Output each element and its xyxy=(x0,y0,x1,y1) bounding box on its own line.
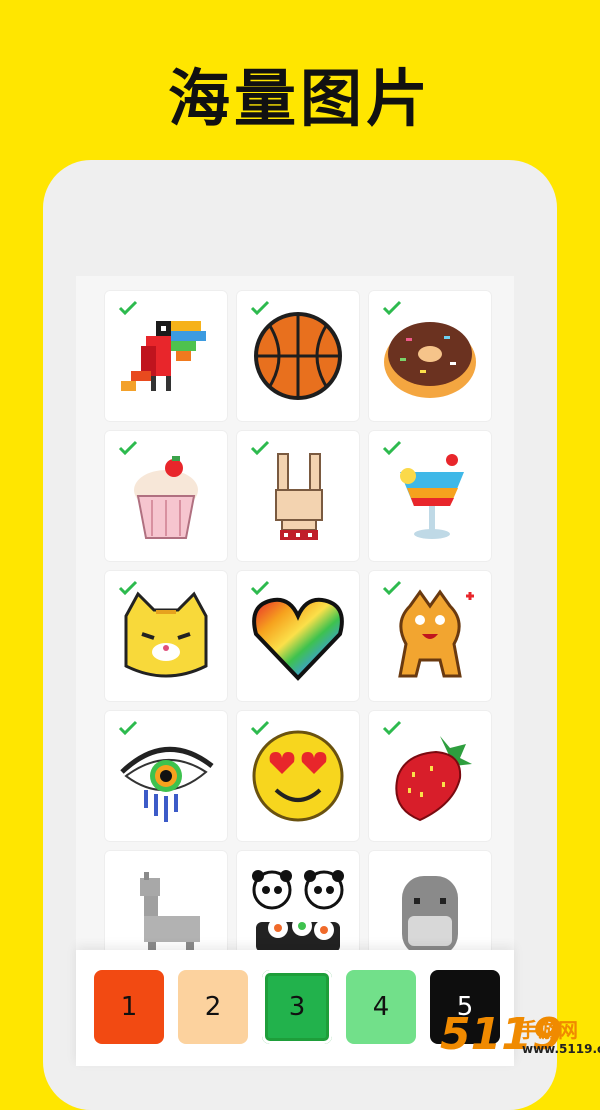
color-swatch-4[interactable]: 4 xyxy=(346,970,416,1044)
watermark-chinese: 手游网 xyxy=(518,1018,578,1042)
heart-eyes-emoji-art xyxy=(252,730,344,822)
app-screen xyxy=(76,276,514,1066)
color-swatch-1[interactable]: 1 xyxy=(94,970,164,1044)
rainbow-heart-art xyxy=(252,597,344,681)
check-icon xyxy=(118,440,138,456)
check-icon xyxy=(382,300,402,316)
tile-cat-face[interactable] xyxy=(104,570,228,702)
rock-hand-art xyxy=(275,453,323,540)
color-swatch-2[interactable]: 2 xyxy=(178,970,248,1044)
picture-grid xyxy=(104,290,492,982)
tile-donut[interactable] xyxy=(368,290,492,422)
toucan-art xyxy=(121,321,206,391)
tile-cocktail[interactable] xyxy=(368,430,492,562)
cat-face-art xyxy=(124,591,208,678)
tile-heart-eyes-emoji[interactable] xyxy=(236,710,360,842)
donut-art xyxy=(384,322,476,398)
check-icon xyxy=(118,580,138,596)
tile-basketball[interactable] xyxy=(236,290,360,422)
check-icon xyxy=(250,580,270,596)
check-icon xyxy=(382,440,402,456)
tile-rainbow-heart[interactable] xyxy=(236,570,360,702)
eye-art xyxy=(120,746,214,822)
tile-rock-hand[interactable] xyxy=(236,430,360,562)
tile-cupcake[interactable] xyxy=(104,430,228,562)
check-icon xyxy=(250,300,270,316)
check-icon xyxy=(118,720,138,736)
tile-strawberry[interactable] xyxy=(368,710,492,842)
headline-title: 海量图片 xyxy=(167,62,432,135)
strawberry-art xyxy=(395,736,472,822)
watermark-url: www.5119.cn xyxy=(522,1042,600,1056)
cocktail-art xyxy=(400,454,464,539)
tile-eye[interactable] xyxy=(104,710,228,842)
tile-angry-cat[interactable] xyxy=(368,570,492,702)
check-icon xyxy=(382,720,402,736)
basketball-art xyxy=(254,312,342,400)
cupcake-art xyxy=(134,456,198,539)
check-icon xyxy=(382,580,402,596)
check-icon xyxy=(250,440,270,456)
watermark-logo: 5119 手游网 www.5119.cn xyxy=(440,1010,600,1066)
color-swatch-3[interactable]: 3 xyxy=(262,970,332,1044)
check-icon xyxy=(250,720,270,736)
angry-cat-art xyxy=(398,589,474,678)
check-icon xyxy=(118,300,138,316)
tile-toucan[interactable] xyxy=(104,290,228,422)
